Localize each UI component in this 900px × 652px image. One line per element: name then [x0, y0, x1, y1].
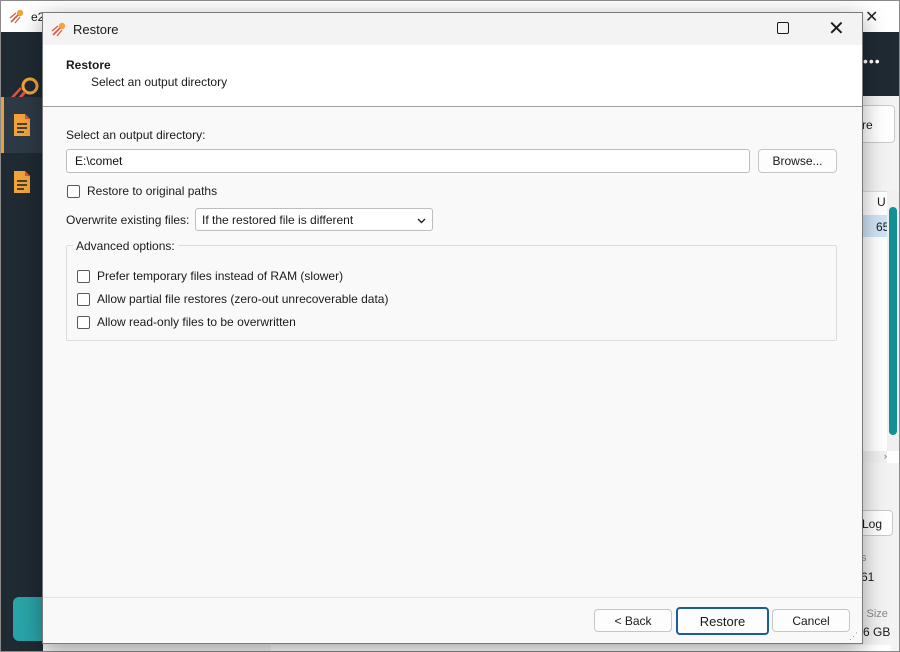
sidebar-item-active[interactable]	[1, 97, 43, 153]
stat-label: l Size	[861, 608, 888, 620]
prefer-temp-files-label: Prefer temporary files instead of RAM (s…	[97, 269, 344, 283]
comet-icon	[51, 22, 66, 37]
wizard-title: Restore	[66, 58, 111, 72]
restore-button[interactable]: Restore	[676, 607, 769, 635]
document-icon[interactable]	[12, 170, 32, 194]
overwrite-readonly-label: Allow read-only files to be overwritten	[97, 315, 296, 329]
overwrite-readonly-checkbox[interactable]	[77, 315, 90, 329]
advanced-options-legend: Advanced options:	[73, 239, 178, 253]
table-header-cell[interactable]: U	[877, 195, 886, 209]
allow-partial-restores-label: Allow partial file restores (zero-out un…	[97, 292, 389, 306]
document-icon	[14, 114, 30, 136]
advanced-option[interactable]: Allow read-only files to be overwritten	[77, 315, 296, 329]
restore-original-paths-checkbox[interactable]	[67, 184, 80, 198]
horizontal-scrollbar[interactable]: ›	[863, 451, 887, 463]
resize-grip-icon[interactable]: ⋰	[849, 631, 858, 642]
advanced-option[interactable]: Allow partial file restores (zero-out un…	[77, 292, 388, 306]
more-icon[interactable]: •••	[863, 53, 881, 69]
stat-value: 6 GB	[863, 625, 891, 639]
wizard-subtitle: Select an output directory	[91, 75, 228, 89]
status-strip	[271, 645, 891, 651]
scroll-right-icon[interactable]: ›	[884, 451, 887, 461]
dialog-title: Restore	[73, 22, 119, 37]
restore-dialog: Restore ✕ Restore Select an output direc…	[42, 12, 863, 644]
footer-divider	[43, 597, 862, 598]
restore-original-paths-option[interactable]: Restore to original paths	[67, 184, 217, 198]
browse-button[interactable]: Browse...	[758, 149, 837, 173]
allow-partial-restores-checkbox[interactable]	[77, 292, 90, 306]
restore-original-paths-label: Restore to original paths	[87, 184, 218, 198]
chevron-down-icon	[417, 218, 426, 224]
maximize-icon[interactable]	[777, 22, 789, 34]
main-close-icon[interactable]: ✕	[865, 7, 878, 27]
wizard-header: Restore Select an output directory	[43, 45, 862, 107]
advanced-option[interactable]: Prefer temporary files instead of RAM (s…	[77, 269, 343, 283]
dialog-titlebar[interactable]: Restore ✕	[43, 13, 862, 45]
overwrite-label: Overwrite existing files:	[66, 213, 190, 227]
log-button-label: Log	[862, 517, 883, 531]
back-button[interactable]: < Back	[594, 609, 672, 632]
scrollbar-thumb[interactable]	[889, 207, 897, 435]
stat-value: 61	[861, 570, 875, 584]
close-icon[interactable]: ✕	[828, 16, 845, 41]
comet-icon	[9, 9, 24, 24]
prefer-temp-files-checkbox[interactable]	[77, 269, 90, 283]
overwrite-selected-value: If the restored file is different	[202, 213, 354, 227]
overwrite-select[interactable]: If the restored file is different	[195, 208, 433, 231]
output-directory-input[interactable]	[66, 149, 750, 173]
background-button-label: re	[862, 118, 873, 132]
output-directory-label: Select an output directory:	[66, 128, 206, 142]
cancel-button[interactable]: Cancel	[772, 609, 850, 632]
